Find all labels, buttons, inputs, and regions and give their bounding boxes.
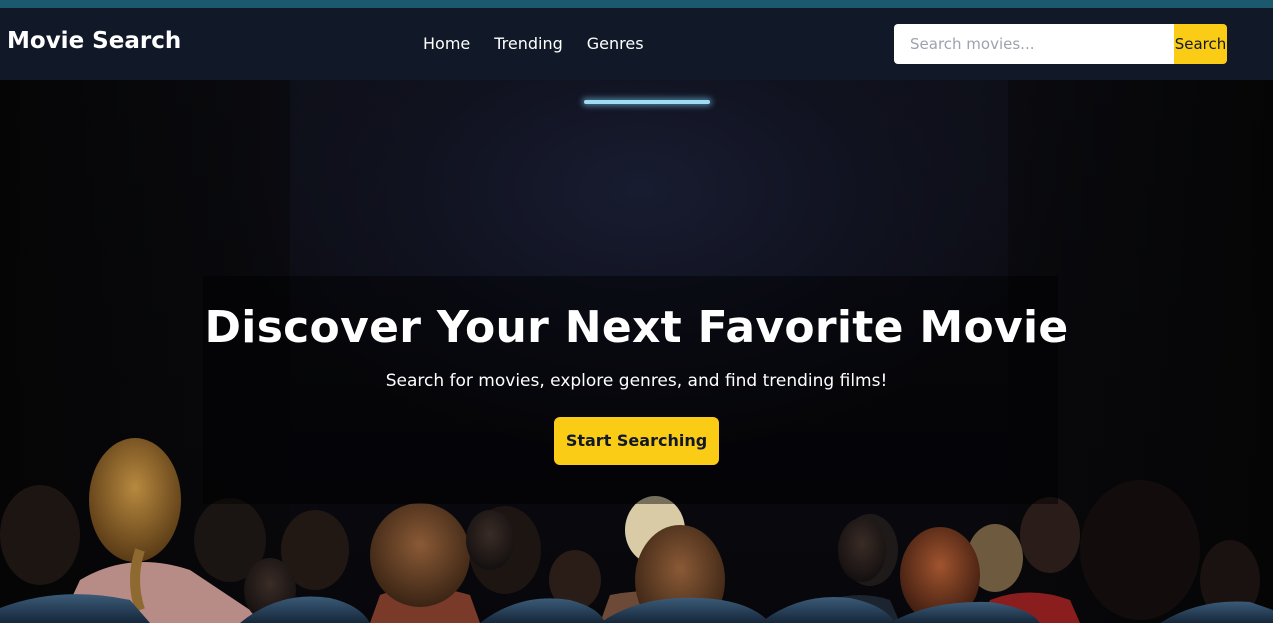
brand-logo[interactable]: Movie Search [7, 28, 181, 54]
search-input[interactable] [894, 24, 1174, 64]
top-accent-strip [0, 0, 1273, 8]
hero-section: Discover Your Next Favorite Movie Search… [0, 80, 1273, 623]
start-searching-button[interactable]: Start Searching [554, 416, 719, 465]
hero-subtitle: Search for movies, explore genres, and f… [385, 370, 888, 391]
hero-content: Discover Your Next Favorite Movie Search… [0, 302, 1273, 465]
nav-link-genres[interactable]: Genres [587, 34, 644, 53]
search-form: Search [894, 24, 1227, 64]
nav-links: Home Trending Genres [423, 34, 644, 53]
hero-title: Discover Your Next Favorite Movie [204, 302, 1069, 353]
navbar: Movie Search Home Trending Genres Search [0, 8, 1273, 80]
nav-link-trending[interactable]: Trending [494, 34, 563, 53]
nav-link-home[interactable]: Home [423, 34, 470, 53]
search-button[interactable]: Search [1174, 24, 1227, 64]
